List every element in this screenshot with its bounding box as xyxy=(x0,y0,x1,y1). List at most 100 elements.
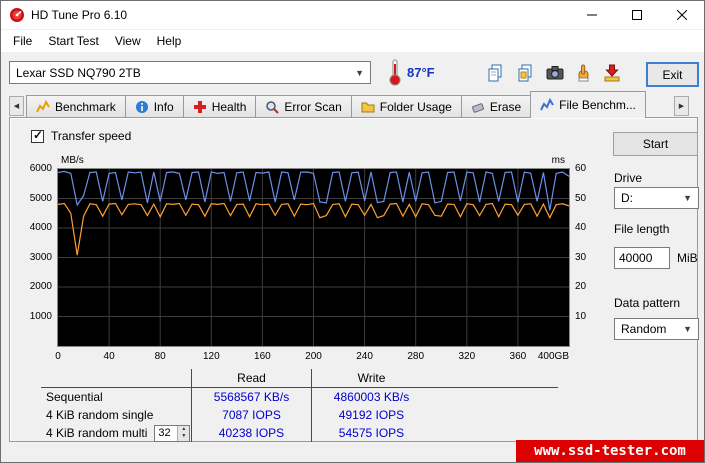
tab-label: Health xyxy=(211,100,247,114)
sequential-write-value: 4860003 KB/s xyxy=(311,388,431,406)
data-pattern-value: Random xyxy=(621,322,667,336)
random-multi-read-value: 40238 IOPS xyxy=(191,424,311,442)
menu-help[interactable]: Help xyxy=(149,31,190,51)
magnifier-icon xyxy=(266,101,280,114)
copy-text-button[interactable] xyxy=(481,59,508,86)
y-axis-left-tick: 5000 xyxy=(29,192,52,204)
y-axis-left-tick: 3000 xyxy=(29,251,52,263)
thermometer-icon xyxy=(389,59,401,86)
x-axis-tick: 160 xyxy=(254,351,271,362)
exit-button[interactable]: Exit xyxy=(646,62,699,87)
transfer-speed-option[interactable]: ✓ Transfer speed xyxy=(31,127,132,143)
random-multi-write-value: 54575 IOPS xyxy=(311,424,431,442)
tab-erase[interactable]: Erase xyxy=(460,95,532,118)
save-results-button[interactable] xyxy=(598,59,625,86)
row-label: Sequential xyxy=(46,390,103,404)
sequential-read-value: 5568567 KB/s xyxy=(191,388,311,406)
data-pattern-label: Data pattern xyxy=(614,296,681,310)
drive-letter-select[interactable]: D: ▼ xyxy=(614,187,699,209)
benchmark-chart: 6000 5000 4000 3000 2000 1000 60 50 40 30 20 10 0 40 8… xyxy=(30,155,586,362)
tab-scroll-left[interactable]: ◀ xyxy=(9,96,24,116)
queue-depth-stepper[interactable]: ▲▼ xyxy=(154,424,191,442)
tab-scroll-right[interactable]: ▶ xyxy=(674,96,689,116)
stepper-arrows[interactable]: ▲ ▼ xyxy=(177,425,190,441)
x-axis-tick: 80 xyxy=(154,351,166,362)
y-axis-right-tick: 30 xyxy=(575,251,587,263)
y-axis-right-unit: ms xyxy=(551,155,565,166)
hand-icon xyxy=(578,64,588,81)
queue-depth-input[interactable] xyxy=(155,425,178,441)
toolbar: Lexar SSD NQ790 2TB ▼ 87°F Exit xyxy=(1,52,704,92)
minimize-button[interactable] xyxy=(569,1,614,29)
stepper-down-icon[interactable]: ▼ xyxy=(178,433,190,441)
tab-file-benchmark[interactable]: File Benchm... xyxy=(530,91,646,118)
table-row-random-single: 4 KiB random single 7087 IOPS 49192 IOPS xyxy=(41,406,558,424)
watermark: www.ssd-tester.com xyxy=(516,440,704,462)
x-axis-tick: 200 xyxy=(305,351,322,362)
tab-error-scan[interactable]: Error Scan xyxy=(255,95,352,118)
copy-icon xyxy=(488,64,501,81)
table-row-sequential: Sequential 5568567 KB/s 4860003 KB/s xyxy=(41,388,558,406)
x-axis-tick: 400GB xyxy=(537,351,569,362)
hdtune-window: HD Tune Pro 6.10 File Start Test View He… xyxy=(0,0,705,463)
x-axis-tick: 280 xyxy=(407,351,425,362)
tab-label: Info xyxy=(153,100,174,114)
row-label: 4 KiB random multi ▲▼ xyxy=(41,424,191,442)
tab-label: Error Scan xyxy=(284,100,342,114)
menu-file[interactable]: File xyxy=(5,31,40,51)
stepper-up-icon[interactable]: ▲ xyxy=(178,425,190,433)
transfer-speed-label: Transfer speed xyxy=(51,129,132,143)
x-axis-tick: 0 xyxy=(55,351,61,362)
screenshot-button[interactable] xyxy=(541,59,568,86)
file-length-unit: MiB xyxy=(677,251,698,265)
tab-folder-usage[interactable]: Folder Usage xyxy=(350,95,462,118)
info-icon xyxy=(135,101,148,113)
temperature-value: 87°F xyxy=(407,65,435,80)
drive-select-value: Lexar SSD NQ790 2TB xyxy=(16,65,141,80)
data-pattern-select[interactable]: Random ▼ xyxy=(614,318,699,340)
results-header-row: Read Write xyxy=(41,369,558,388)
tab-strip: Benchmark Info Health Error Scan Folder … xyxy=(26,91,646,118)
transfer-speed-checkbox[interactable]: ✓ xyxy=(31,127,44,143)
file-benchmark-icon xyxy=(540,98,555,111)
x-axis-tick: 240 xyxy=(356,351,373,362)
drive-letter-value: D: xyxy=(621,191,633,205)
pointer-button[interactable] xyxy=(569,59,596,86)
tab-health[interactable]: Health xyxy=(182,95,257,118)
copy-image-button[interactable] xyxy=(511,59,538,86)
write-column-header: Write xyxy=(311,369,431,387)
download-icon xyxy=(604,64,619,81)
y-axis-right-tick: 20 xyxy=(575,281,587,292)
table-row-random-multi: 4 KiB random multi ▲▼ 40238 IOPS 54575 I… xyxy=(41,424,558,442)
window-title: HD Tune Pro 6.10 xyxy=(31,8,128,22)
camera-icon xyxy=(546,65,563,79)
close-button[interactable] xyxy=(659,1,704,29)
chevron-down-icon: ▼ xyxy=(683,324,692,334)
file-length-input[interactable] xyxy=(614,247,670,269)
start-button[interactable]: Start xyxy=(613,132,698,156)
x-axis-tick: 120 xyxy=(202,351,220,362)
y-axis-right-tick: 10 xyxy=(575,310,587,322)
x-axis-tick: 40 xyxy=(103,351,115,362)
drive-select[interactable]: Lexar SSD NQ790 2TB ▼ xyxy=(9,61,371,84)
tab-benchmark[interactable]: Benchmark xyxy=(26,95,126,118)
y-axis-left-tick: 2000 xyxy=(29,281,52,292)
read-column-header: Read xyxy=(191,369,311,387)
chevron-down-icon: ▼ xyxy=(355,67,364,78)
results-table: Read Write Sequential 5568567 KB/s 48600… xyxy=(41,369,558,442)
chevron-down-icon: ▼ xyxy=(683,193,692,203)
row-label-text: 4 KiB random multi xyxy=(46,426,148,440)
row-label: 4 KiB random single xyxy=(46,408,154,422)
drive-label: Drive xyxy=(614,171,643,185)
maximize-button[interactable] xyxy=(614,1,659,29)
menubar: File Start Test View Help xyxy=(1,30,704,52)
titlebar: HD Tune Pro 6.10 xyxy=(1,1,704,30)
y-axis-left-unit: MB/s xyxy=(61,155,84,166)
x-axis-tick: 320 xyxy=(458,351,476,362)
tab-info[interactable]: Info xyxy=(124,95,184,118)
health-cross-icon xyxy=(193,101,206,113)
tab-label: Erase xyxy=(489,100,522,114)
checkmark-icon: ✓ xyxy=(33,127,44,142)
menu-view[interactable]: View xyxy=(107,31,149,51)
menu-start-test[interactable]: Start Test xyxy=(40,31,106,51)
